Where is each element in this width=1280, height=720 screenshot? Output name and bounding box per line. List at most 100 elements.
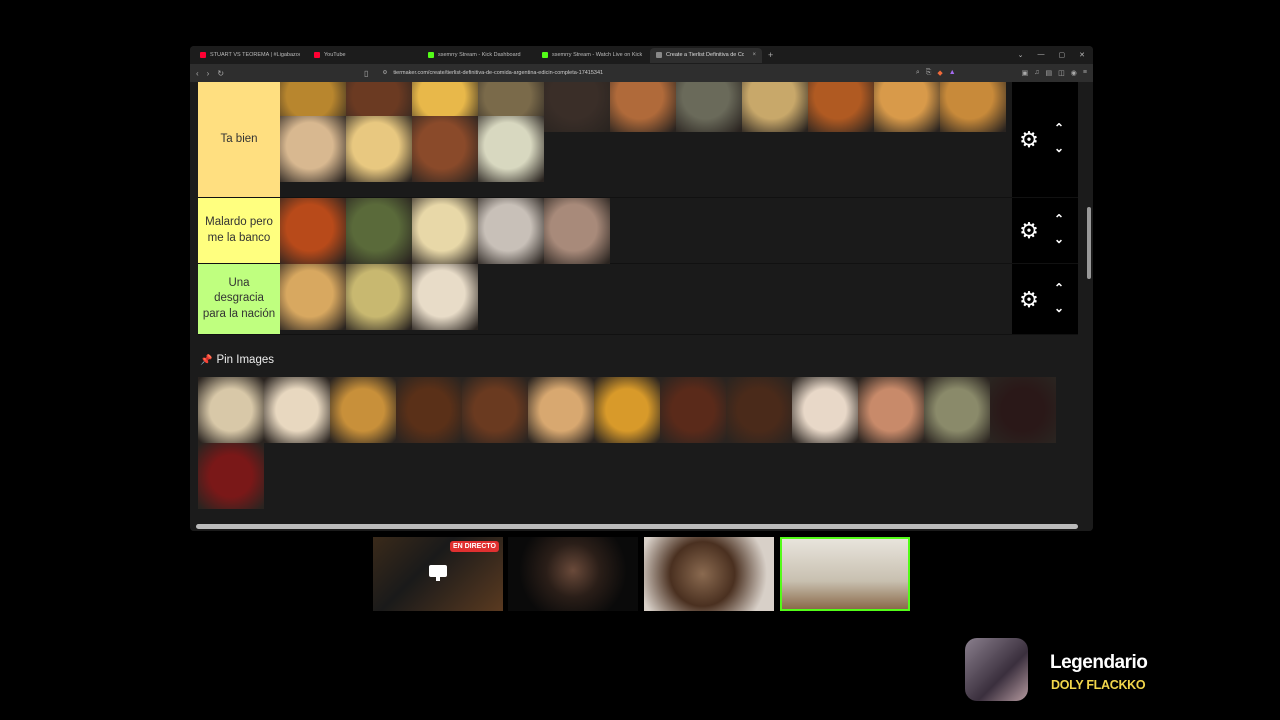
unranked-food-image-tile[interactable]	[198, 443, 264, 509]
menu-icon[interactable]: ≡	[1083, 69, 1087, 77]
tier-settings-gear-icon[interactable]: ⚙	[1018, 288, 1040, 311]
new-tab-button[interactable]: +	[764, 50, 777, 60]
cam-participant-3	[780, 537, 910, 611]
unranked-food-image-tile[interactable]	[594, 377, 660, 443]
url-text: tiermaker.com/create/tierlist-definitiva…	[393, 70, 604, 76]
tier-items	[280, 82, 1011, 197]
food-image-tile[interactable]	[676, 82, 742, 132]
unranked-food-image-tile[interactable]	[528, 377, 594, 443]
reload-icon[interactable]: ↻	[217, 69, 224, 78]
cam-participant-2	[644, 537, 774, 611]
move-tier-up-chevron-icon[interactable]: ⌃	[1050, 282, 1068, 294]
extension-icon[interactable]: ▣	[1022, 69, 1029, 77]
food-image-tile[interactable]	[610, 82, 676, 132]
tier-label[interactable]: Ta bien	[198, 82, 280, 197]
pin-images-heading: 📌 Pin Images	[200, 354, 274, 366]
unranked-food-image-tile[interactable]	[858, 377, 924, 443]
close-tab-icon[interactable]: ×	[752, 52, 756, 58]
food-image-tile[interactable]	[544, 198, 610, 264]
vpn-icon[interactable]: ◉	[1071, 69, 1077, 77]
pin-icon: 📌	[200, 354, 213, 366]
forward-icon[interactable]: ›	[207, 69, 210, 78]
close-window-icon[interactable]: ✕	[1079, 51, 1085, 59]
tier-label[interactable]: Una desgracia para la nación	[198, 264, 280, 334]
tab-label: ssemrry Stream - Watch Live on Kick	[552, 52, 642, 58]
food-image-tile[interactable]	[412, 264, 478, 330]
food-image-tile[interactable]	[544, 82, 610, 132]
minimize-icon[interactable]: —	[1038, 51, 1045, 59]
unranked-food-image-tile[interactable]	[198, 377, 264, 443]
unranked-food-image-tile[interactable]	[726, 377, 792, 443]
back-icon[interactable]: ‹	[196, 69, 199, 78]
move-tier-up-chevron-icon[interactable]: ⌃	[1050, 122, 1068, 134]
live-badge: EN DIRECTO	[449, 541, 499, 552]
tier-row: Una desgracia para la nación ⚙ ⌃ ⌄	[198, 264, 1078, 335]
browser-tab[interactable]: YouTube	[308, 48, 420, 63]
bookmark-icon[interactable]: ▯	[364, 69, 368, 78]
site-settings-icon[interactable]: ⚙	[382, 70, 387, 76]
extensions-area: ⌕ ⎘ ◆ ▲ ▣ ♫ ▤ ◫ ◉ ≡	[916, 69, 1087, 77]
unranked-food-image-tile[interactable]	[990, 377, 1056, 443]
screen-share-icon	[429, 565, 447, 581]
browser-tab[interactable]: STUART VS TEOREMA | #Ligabazoo...	[194, 48, 306, 63]
tier-controls: ⚙ ⌃ ⌄	[1012, 198, 1078, 263]
tier-controls: ⚙ ⌃ ⌄	[1012, 264, 1078, 334]
unranked-food-image-tile[interactable]	[660, 377, 726, 443]
food-image-tile[interactable]	[412, 198, 478, 264]
food-image-tile[interactable]	[478, 116, 544, 182]
browser-tab[interactable]: Create a Tierlist Definitiva de Co... ×	[650, 47, 762, 63]
unranked-food-image-tile[interactable]	[924, 377, 990, 443]
overlay-name: Legendario	[1050, 652, 1148, 673]
window-controls: ⌄ — ▢ ✕	[1018, 51, 1093, 59]
tab-search-icon[interactable]: ⌄	[1018, 51, 1024, 59]
pin-images-title: Pin Images	[216, 354, 274, 366]
tab-label: YouTube	[324, 52, 346, 58]
browser-tab[interactable]: ssemrry Stream - Watch Live on Kick	[536, 48, 648, 63]
tab-label: ssemrry Stream - Kick Dashboard	[438, 52, 521, 58]
browser-tab[interactable]: ssemrry Stream - Kick Dashboard	[422, 48, 534, 63]
move-tier-down-chevron-icon[interactable]: ⌄	[1050, 233, 1068, 245]
food-image-tile[interactable]	[478, 198, 544, 264]
sidebar-icon[interactable]: ▤	[1046, 69, 1053, 77]
food-image-tile[interactable]	[742, 82, 808, 132]
unranked-food-image-tile[interactable]	[264, 377, 330, 443]
tab-favicon-icon	[200, 52, 206, 58]
food-image-tile[interactable]	[346, 116, 412, 182]
music-icon[interactable]: ♫	[1034, 69, 1039, 77]
food-image-tile[interactable]	[280, 198, 346, 264]
move-tier-up-chevron-icon[interactable]: ⌃	[1050, 213, 1068, 225]
tab-bar: STUART VS TEOREMA | #Ligabazoo... YouTube…	[190, 46, 1093, 64]
tab-favicon-icon	[314, 52, 320, 58]
tier-settings-gear-icon[interactable]: ⚙	[1018, 220, 1040, 242]
food-image-tile[interactable]	[280, 116, 346, 182]
unranked-food-image-tile[interactable]	[462, 377, 528, 443]
brave-shield-icon[interactable]: ◆	[937, 69, 942, 77]
food-image-tile[interactable]	[874, 82, 940, 132]
unranked-food-image-tile[interactable]	[792, 377, 858, 443]
food-image-tile[interactable]	[346, 264, 412, 330]
food-image-tile[interactable]	[808, 82, 874, 132]
tiermaker-page: Ta bien ⚙ ⌃ ⌄ Malardo pero me la banco ⚙ ⌃ ⌄ Una…	[190, 82, 1093, 531]
tab-favicon-icon	[656, 52, 662, 58]
food-image-tile[interactable]	[346, 198, 412, 264]
move-tier-down-chevron-icon[interactable]: ⌄	[1050, 142, 1068, 154]
address-bar: ‹ › ↻ ▯ ⚙ tiermaker.com/create/tierlist-…	[190, 64, 1093, 82]
unranked-food-image-tile[interactable]	[396, 377, 462, 443]
tier-label[interactable]: Malardo pero me la banco	[198, 198, 280, 263]
tab-label: STUART VS TEOREMA | #Ligabazoo...	[210, 52, 300, 58]
wallet-icon[interactable]: ◫	[1058, 69, 1065, 77]
zoom-icon[interactable]: ⌕	[916, 69, 920, 77]
url-field[interactable]: ⚙ tiermaker.com/create/tierlist-definiti…	[376, 67, 907, 79]
food-image-tile[interactable]	[940, 82, 1006, 132]
move-tier-down-chevron-icon[interactable]: ⌄	[1050, 302, 1068, 314]
rewards-icon[interactable]: ▲	[949, 69, 956, 77]
horizontal-scrollbar[interactable]	[196, 524, 1078, 529]
food-image-tile[interactable]	[412, 116, 478, 182]
share-icon[interactable]: ⎘	[926, 69, 932, 77]
overlay-avatar	[965, 638, 1028, 701]
maximize-icon[interactable]: ▢	[1059, 51, 1066, 59]
unranked-food-image-tile[interactable]	[330, 377, 396, 443]
vertical-scrollbar[interactable]	[1087, 207, 1091, 279]
food-image-tile[interactable]	[280, 264, 346, 330]
tier-settings-gear-icon[interactable]: ⚙	[1018, 129, 1040, 151]
